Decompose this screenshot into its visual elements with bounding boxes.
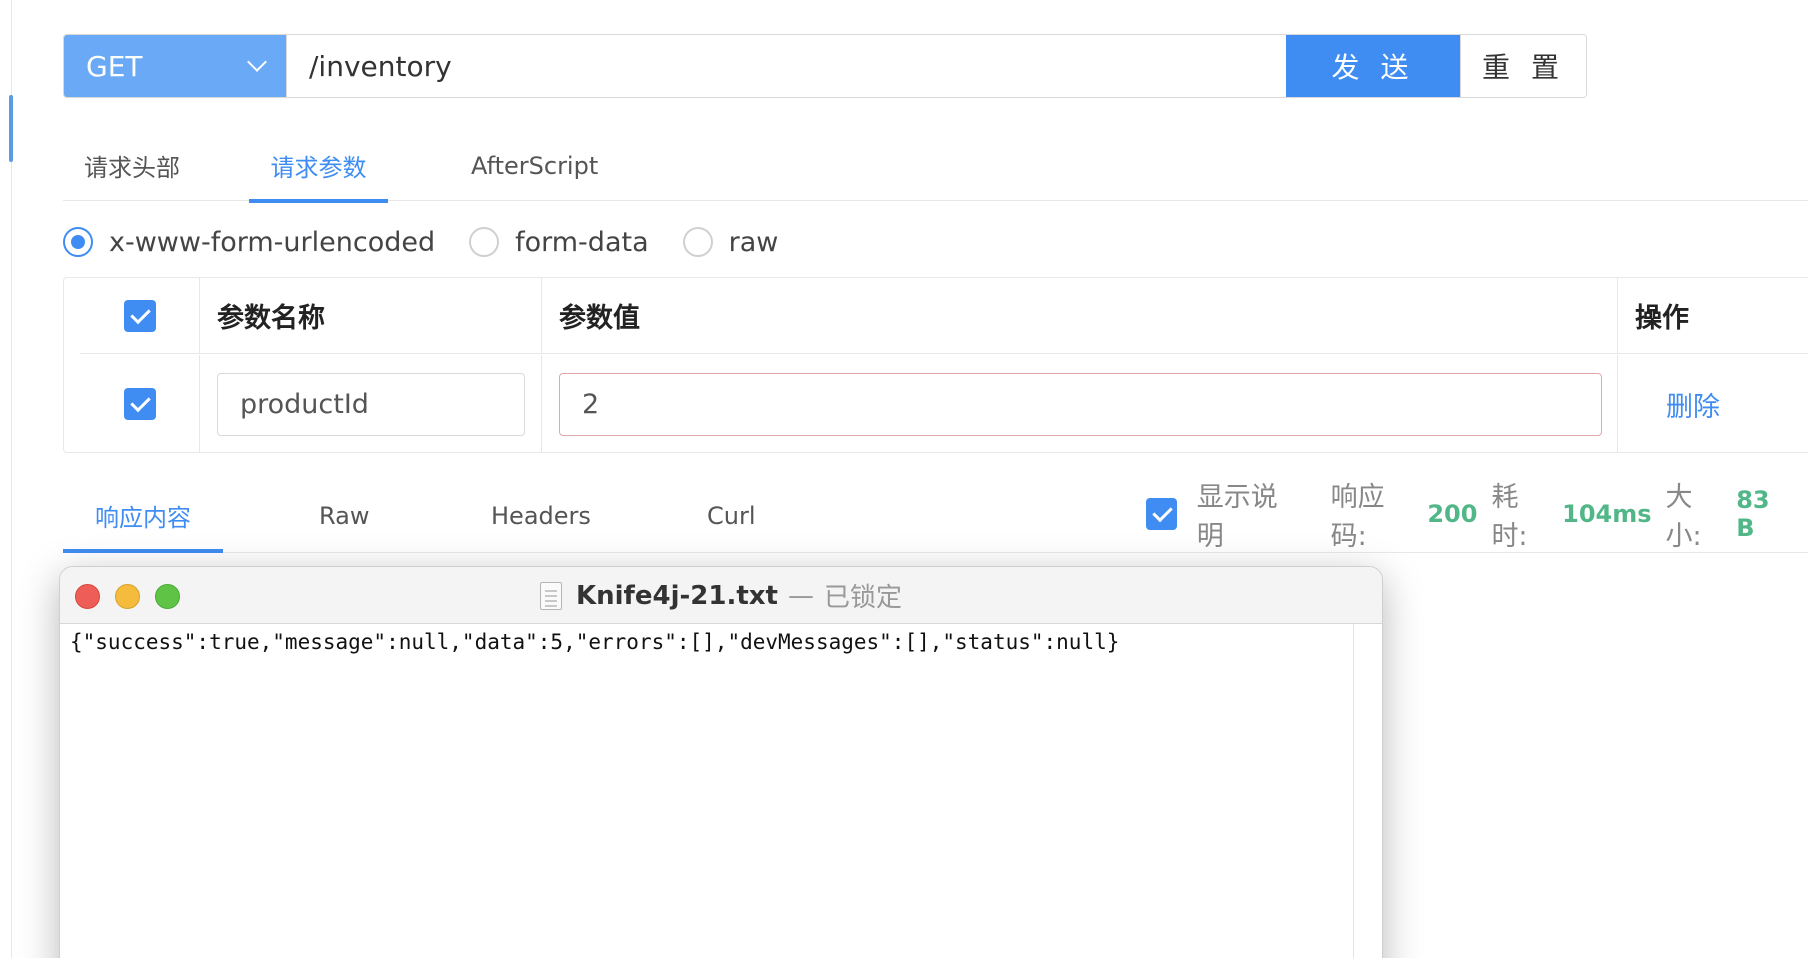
tab-response-curl[interactable]: Curl [707, 480, 756, 551]
param-name-input[interactable]: productId [217, 372, 525, 436]
row-value-cell: 2 [542, 355, 1618, 453]
window-titlebar[interactable]: Knife4j-21.txt — 已锁定 [60, 567, 1382, 624]
text-file-window: Knife4j-21.txt — 已锁定 {"success":true,"me… [59, 566, 1383, 958]
url-input[interactable]: /inventory [286, 35, 1286, 97]
header-param-value: 参数值 [542, 278, 1618, 353]
tab-response-content[interactable]: 响应内容 [63, 480, 223, 553]
radio-raw[interactable]: raw [682, 226, 779, 258]
radio-checked-icon [63, 227, 93, 257]
reset-button[interactable]: 重 置 [1460, 35, 1586, 97]
left-rail-accent [9, 95, 13, 162]
locked-status: 已锁定 [823, 583, 902, 613]
status-code-value: 200 [1427, 500, 1478, 528]
param-value-input[interactable]: 2 [559, 372, 1602, 436]
text-content-area[interactable]: {"success":true,"message":null,"data":5,… [60, 624, 1382, 958]
select-all-checkbox[interactable] [123, 299, 156, 332]
header-select-all-cell [80, 278, 200, 353]
request-tabs: 请求头部 请求参数 AfterScript [63, 130, 1808, 203]
elapsed-time-label: 耗时: [1491, 482, 1528, 552]
window-filename: Knife4j-21.txt [575, 580, 778, 611]
tab-request-params[interactable]: 请求参数 [249, 130, 388, 203]
radio-unchecked-icon [469, 227, 500, 257]
tab-afterscript[interactable]: AfterScript [471, 130, 598, 201]
title-separator: — [787, 580, 814, 611]
row-op-cell: 删除 [1618, 355, 1808, 453]
row-check-cell [80, 355, 200, 453]
delete-param-link[interactable]: 删除 [1666, 385, 1720, 424]
row-name-cell: productId [200, 355, 542, 453]
text-document-icon [539, 581, 562, 610]
params-table: 参数名称 参数值 操作 productId 2 删除 [63, 277, 1808, 453]
table-row: productId 2 删除 [80, 355, 1808, 453]
header-param-name: 参数名称 [200, 278, 542, 353]
radio-urlencoded[interactable]: x-www-form-urlencoded [63, 227, 435, 258]
tab-response-headers[interactable]: Headers [491, 480, 591, 551]
header-operation: 操作 [1635, 303, 1689, 334]
scrollbar-track[interactable] [1353, 624, 1354, 958]
radio-unchecked-icon [682, 227, 713, 257]
file-content-text: {"success":true,"message":null,"data":5,… [70, 630, 1120, 654]
radio-urlencoded-label: x-www-form-urlencoded [109, 226, 436, 258]
chevron-down-icon [247, 52, 267, 72]
request-url-bar: GET /inventory 发 送 重 置 [63, 34, 1587, 98]
radio-form-data-label: form-data [515, 226, 649, 258]
elapsed-time-value: 104ms [1562, 500, 1652, 528]
tab-response-raw[interactable]: Raw [319, 480, 369, 551]
params-table-header: 参数名称 参数值 操作 [80, 278, 1808, 354]
body-type-radio-group: x-www-form-urlencoded form-data raw [63, 224, 812, 260]
response-size-value: 83 B [1736, 486, 1770, 542]
send-button[interactable]: 发 送 [1286, 35, 1460, 97]
show-description-checkbox[interactable] [1146, 498, 1177, 530]
http-method-value: GET [86, 49, 143, 83]
response-meta: 显示说明 响应码: 200 耗时: 104ms 大小: 83 B [1146, 482, 1808, 552]
radio-form-data[interactable]: form-data [469, 227, 649, 258]
window-title: Knife4j-21.txt — 已锁定 [60, 567, 1382, 624]
tab-request-headers[interactable]: 请求头部 [84, 130, 180, 201]
http-method-select[interactable]: GET [64, 35, 286, 97]
status-code-label: 响应码: [1330, 482, 1385, 552]
response-size-label: 大小: [1665, 482, 1702, 552]
show-description-label: 显示说明 [1196, 482, 1278, 552]
radio-raw-label: raw [728, 226, 779, 258]
row-checkbox[interactable] [123, 388, 156, 420]
